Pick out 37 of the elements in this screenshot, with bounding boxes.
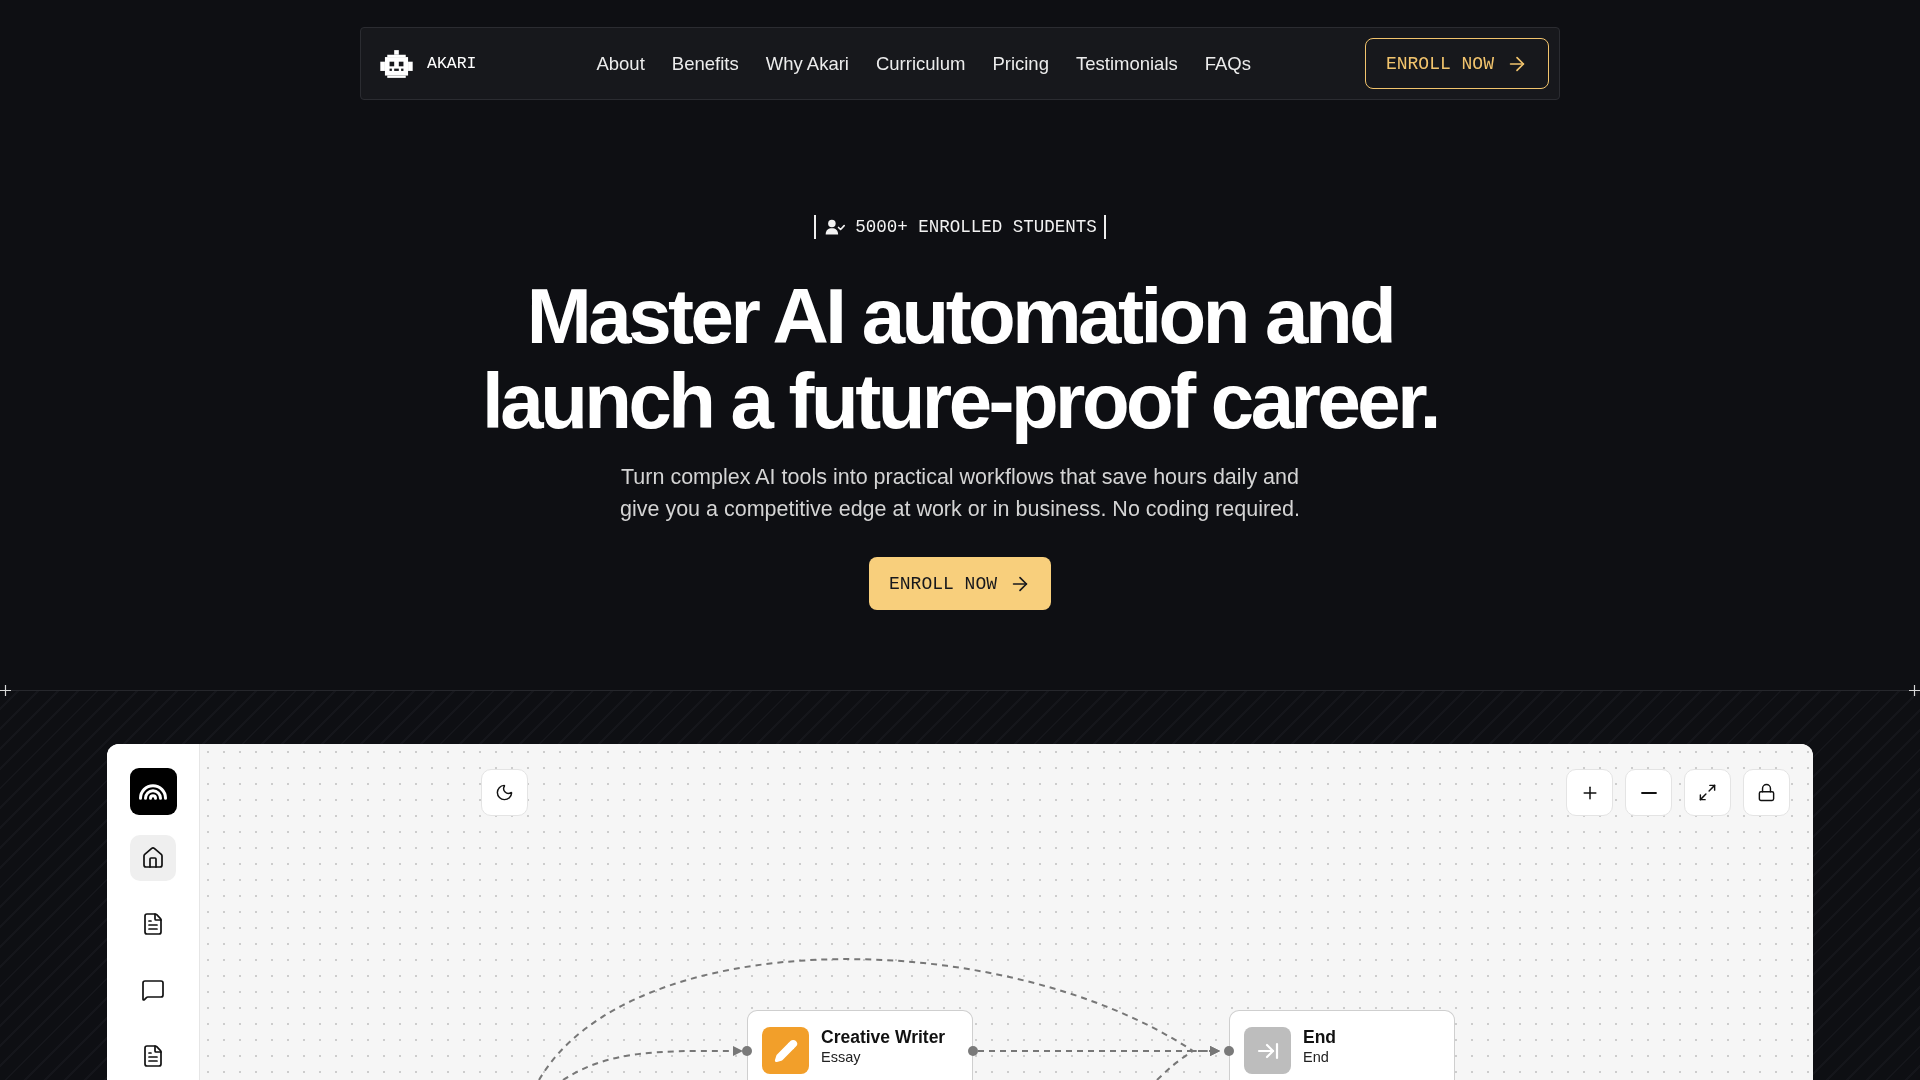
lock-icon: [1757, 783, 1776, 802]
nav-link[interactable]: Pricing: [992, 52, 1049, 75]
document-icon: [141, 912, 165, 936]
port-dot-icon[interactable]: [742, 1046, 752, 1056]
badge-text: 5000+ ENROLLED STUDENTS: [855, 217, 1097, 237]
robot-logo-icon: [378, 49, 415, 78]
nav-link[interactable]: Curriculum: [875, 52, 966, 75]
nav-link[interactable]: About: [596, 52, 645, 75]
port-dot-icon[interactable]: [968, 1046, 978, 1056]
hero-heading: Master AI automation and launch a future-proof career.: [481, 274, 1439, 444]
rainbow-logo-icon: [129, 768, 177, 815]
moon-icon: [495, 783, 514, 802]
nav-link[interactable]: Benefits: [671, 52, 739, 75]
node-subtitle: Essay: [821, 1048, 862, 1066]
crosshair-icon: [1909, 685, 1920, 696]
theme-toggle-button[interactable]: [481, 769, 528, 816]
node-title: End: [1303, 1027, 1337, 1048]
nav-link[interactable]: Testimonials: [1075, 52, 1178, 75]
hero-description: Turn complex AI tools into practical workflows that save hours daily and give you a competitive edge at work or in business. No coding required.: [619, 464, 1301, 523]
home-button[interactable]: [130, 835, 176, 881]
fit-view-button[interactable]: [1684, 769, 1731, 816]
chat-bubble-icon: [141, 978, 165, 1002]
minus-icon: [1640, 791, 1657, 794]
expand-arrows-icon: [1698, 783, 1717, 802]
enroll-button[interactable]: ENROLL NOW: [869, 557, 1051, 610]
enroll-button[interactable]: ENROLL NOW: [1364, 38, 1549, 89]
crosshair-icon: [0, 685, 11, 696]
home-icon: [141, 846, 165, 870]
port-dot-icon[interactable]: [1224, 1046, 1234, 1056]
node-title: Creative Writer: [821, 1027, 946, 1048]
user-check-icon: [825, 219, 846, 235]
brand-name: AKARI: [427, 54, 477, 73]
lock-button[interactable]: [1743, 769, 1790, 816]
node-subtitle: End: [1303, 1048, 1330, 1066]
nav-link[interactable]: FAQs: [1204, 52, 1251, 75]
nav-link[interactable]: Why Akari: [765, 52, 849, 75]
document-icon: [141, 1044, 165, 1068]
